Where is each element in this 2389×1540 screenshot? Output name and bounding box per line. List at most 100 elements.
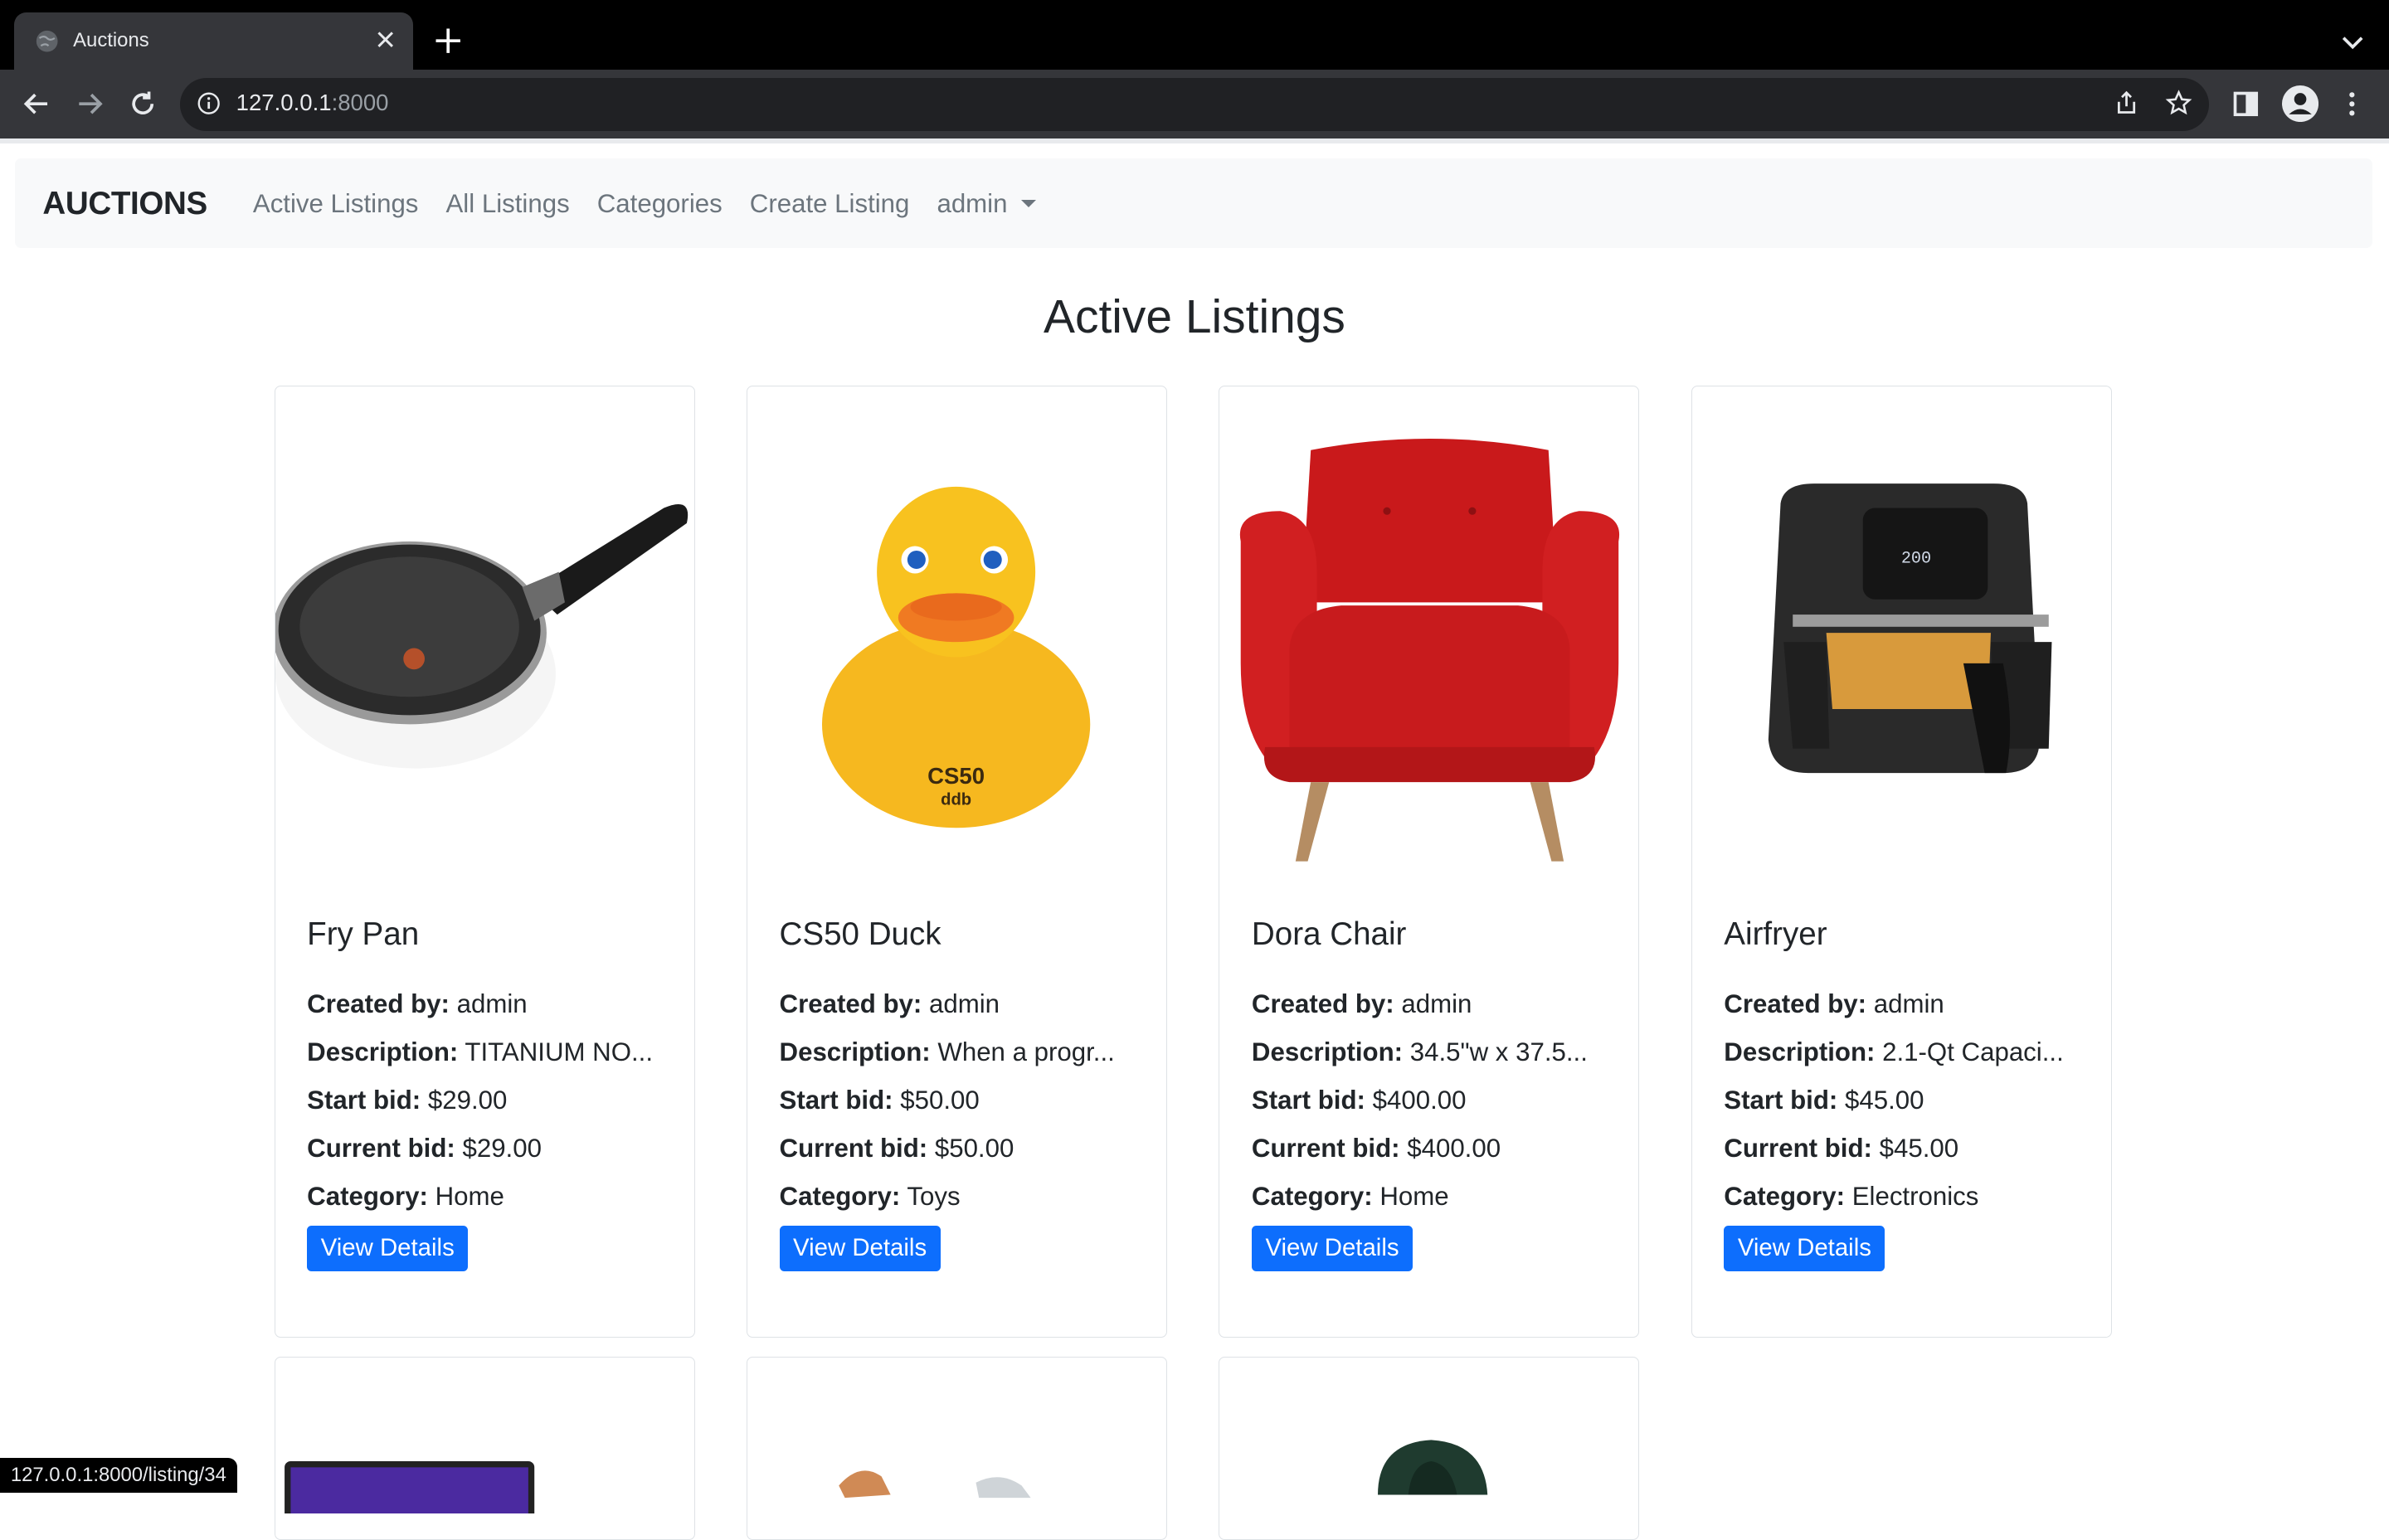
value: Electronics — [1851, 1182, 1979, 1212]
back-arrow-icon[interactable] — [20, 87, 53, 120]
label: Category: — [1251, 1182, 1373, 1212]
listing-details: Dora Chair Created by: admin Description… — [1251, 916, 1618, 1271]
url-text: 127.0.0.1:8000 — [236, 90, 389, 116]
listing-details: CS50 Duck Created by: admin Description:… — [779, 916, 1146, 1271]
view-details-button[interactable]: View Details — [1724, 1225, 1885, 1271]
listing-title[interactable]: CS50 Duck — [780, 916, 1146, 955]
value: TITANIUM NO... — [465, 1037, 654, 1066]
view-details-button[interactable]: View Details — [307, 1225, 469, 1271]
created-by-row: Created by: admin — [780, 980, 1146, 1028]
listing-image-armchair[interactable] — [1219, 420, 1639, 877]
label: Current bid: — [307, 1134, 455, 1164]
created-by-row: Created by: admin — [307, 980, 673, 1028]
value: Home — [435, 1182, 504, 1212]
start-bid-row: Start bid: $45.00 — [1724, 1076, 2090, 1125]
value: admin — [1401, 989, 1472, 1018]
view-details-button[interactable]: View Details — [779, 1225, 941, 1271]
current-bid-row: Current bid: $50.00 — [780, 1125, 1146, 1173]
value: admin — [928, 989, 1000, 1018]
listing-card — [746, 1357, 1167, 1540]
value: admin — [1873, 989, 1944, 1018]
label: Created by: — [1724, 989, 1867, 1018]
value: $400.00 — [1372, 1086, 1467, 1115]
listing-details: Airfryer Created by: admin Description: … — [1724, 916, 2090, 1271]
label: Current bid: — [1724, 1134, 1872, 1164]
label: Created by: — [1251, 989, 1394, 1018]
listing-image-rubber-duck[interactable]: CS50 ddb — [747, 420, 1167, 877]
label: Start bid: — [1724, 1086, 1838, 1115]
listing-card: Fry Pan Created by: admin Description: T… — [274, 385, 695, 1338]
value: $400.00 — [1407, 1134, 1501, 1164]
category-row: Category: Electronics — [1724, 1173, 2090, 1221]
value: $50.00 — [934, 1134, 1014, 1164]
category-row: Category: Home — [1252, 1173, 1618, 1221]
value: admin — [456, 989, 528, 1018]
page-title: Active Listings — [1044, 289, 1345, 343]
site-navbar: AUCTIONS Active Listings All Listings Ca… — [15, 158, 2372, 249]
label: Description: — [307, 1037, 459, 1066]
forward-arrow-icon[interactable] — [73, 87, 106, 120]
duck-print-ddb: ddb — [941, 791, 971, 809]
listing-card — [1219, 1357, 1640, 1540]
nav-categories[interactable]: Categories — [597, 189, 723, 219]
value: Toys — [907, 1182, 961, 1212]
label: Created by: — [307, 989, 450, 1018]
label: Description: — [1724, 1037, 1876, 1066]
label: Category: — [1724, 1182, 1846, 1212]
current-bid-row: Current bid: $45.00 — [1724, 1125, 2090, 1173]
user-dropdown[interactable]: admin — [937, 189, 1036, 219]
nav-create-listing[interactable]: Create Listing — [750, 189, 910, 219]
current-bid-row: Current bid: $29.00 — [307, 1125, 673, 1173]
nav-active-listings[interactable]: Active Listings — [253, 189, 419, 219]
nav-links: Active Listings All Listings Categories … — [253, 189, 1063, 219]
label: Start bid: — [779, 1086, 893, 1115]
close-tab-icon[interactable] — [373, 27, 397, 51]
listing-image-air-fryer[interactable]: 200 — [1692, 420, 2112, 877]
listing-title[interactable]: Airfryer — [1724, 916, 2090, 955]
view-details-button[interactable]: View Details — [1251, 1225, 1413, 1271]
browser-menu-icon[interactable] — [2337, 89, 2367, 119]
brand-logo[interactable]: AUCTIONS — [42, 186, 207, 222]
label: Current bid: — [779, 1134, 928, 1164]
globe-icon — [36, 30, 58, 52]
label: Description: — [1251, 1037, 1404, 1066]
listing-card: 200 Airfryer Created by: admin Descripti… — [1691, 385, 2112, 1338]
label: Created by: — [779, 989, 922, 1018]
address-bar[interactable]: 127.0.0.1:8000 — [179, 77, 2210, 131]
listing-title[interactable]: Dora Chair — [1252, 916, 1618, 955]
value: 34.5"w x 37.5... — [1409, 1037, 1588, 1066]
listing-image-shoes[interactable] — [747, 1452, 1167, 1513]
air-fryer-display: 200 — [1901, 550, 1931, 569]
listing-image-laptop[interactable] — [275, 1452, 695, 1513]
reload-icon[interactable] — [126, 87, 159, 120]
bookmark-star-icon[interactable] — [2165, 90, 2192, 117]
share-icon[interactable] — [2113, 90, 2140, 117]
category-row: Category: Home — [307, 1173, 673, 1221]
label: Description: — [779, 1037, 931, 1066]
nav-all-listings[interactable]: All Listings — [445, 189, 569, 219]
label: Category: — [307, 1182, 428, 1212]
listing-card — [274, 1357, 695, 1540]
value: $45.00 — [1845, 1086, 1924, 1115]
listing-card: CS50 ddb CS50 Duck Created by: admin Des… — [746, 385, 1167, 1338]
listing-title[interactable]: Fry Pan — [307, 916, 673, 955]
description-row: Description: 34.5"w x 37.5... — [1252, 1028, 1618, 1076]
value: $29.00 — [462, 1134, 542, 1164]
label: Start bid: — [1251, 1086, 1365, 1115]
duck-print-cs50: CS50 — [927, 763, 985, 789]
created-by-row: Created by: admin — [1252, 980, 1618, 1028]
current-bid-row: Current bid: $400.00 — [1252, 1125, 1618, 1173]
new-tab-icon[interactable] — [431, 24, 465, 57]
start-bid-row: Start bid: $29.00 — [307, 1076, 673, 1125]
listing-image-frying-pan[interactable] — [275, 420, 695, 877]
listing-details: Fry Pan Created by: admin Description: T… — [307, 916, 673, 1271]
browser-tab-active[interactable]: Auctions — [13, 12, 413, 70]
listing-image-hoodie[interactable] — [1219, 1434, 1639, 1495]
site-info-icon[interactable] — [197, 91, 221, 115]
tab-title: Auctions — [73, 28, 149, 51]
tab-search-chevron-icon[interactable] — [2336, 26, 2369, 59]
value: $45.00 — [1879, 1134, 1959, 1164]
status-bar-url: 127.0.0.1:8000/listing/34 — [0, 1457, 237, 1493]
profile-avatar-icon[interactable] — [2282, 85, 2319, 122]
side-panel-icon[interactable] — [2231, 89, 2261, 119]
